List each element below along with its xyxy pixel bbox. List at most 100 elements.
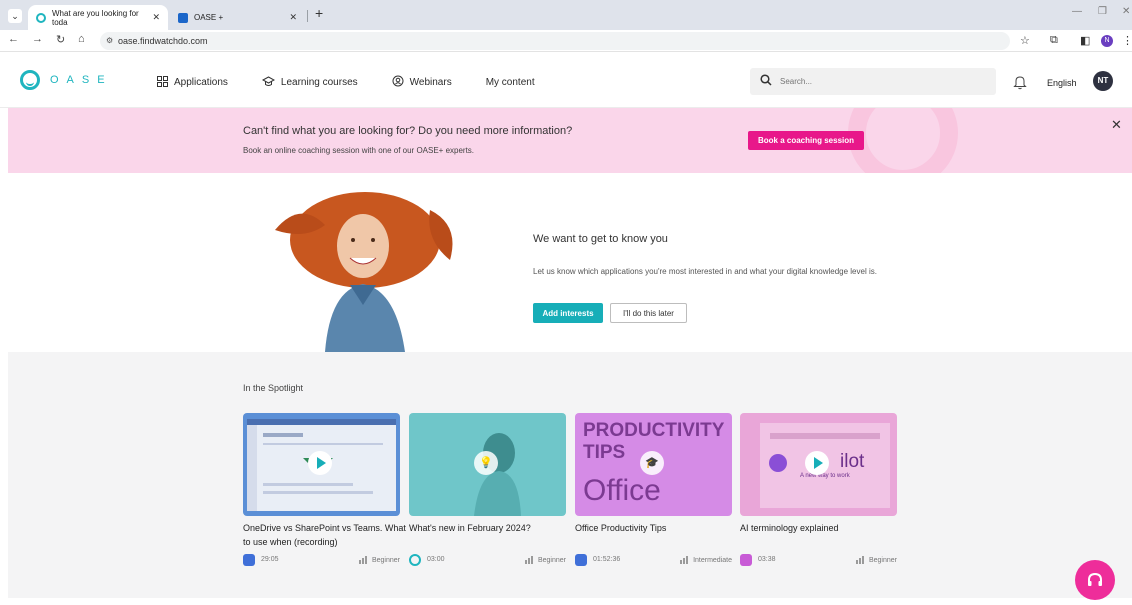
hero-description: Let us know which applications you're mo… (533, 267, 877, 276)
search-box (750, 68, 996, 95)
window-close-icon[interactable]: ✕ (1122, 6, 1130, 17)
url-field[interactable]: ⚙ oase.findwatchdo.com (100, 32, 1010, 50)
card-duration: 03:00 (427, 556, 445, 563)
app-icon (243, 554, 255, 566)
copilot-app-icon (740, 554, 752, 566)
level-bars-icon (524, 556, 534, 564)
close-tab-icon[interactable]: ✕ (152, 12, 160, 23)
browser-tab-inactive[interactable]: OASE + ✕ (170, 5, 305, 30)
nav-label: Webinars (409, 77, 452, 88)
thumb-text-tagline: A new way to work (800, 473, 850, 479)
play-icon[interactable] (805, 451, 829, 475)
tab-title: What are you looking for toda (52, 8, 139, 27)
extensions-icon[interactable]: ⧉ (1050, 34, 1058, 47)
banner-decoration (848, 108, 958, 173)
card-meta: 29:05 Beginner (243, 554, 400, 568)
add-interests-button[interactable]: Add interests (533, 303, 603, 323)
card-title[interactable]: Office Productivity Tips (575, 521, 740, 535)
nav-applications[interactable]: Applications (157, 75, 228, 90)
site-info-icon[interactable]: ⚙ (106, 32, 113, 50)
do-later-button[interactable]: I'll do this later (610, 303, 687, 323)
lightbulb-icon[interactable]: 💡 (474, 451, 498, 475)
side-panel-icon[interactable]: ◧ (1080, 34, 1090, 47)
grid-icon (157, 75, 168, 90)
card-title[interactable]: What's new in February 2024? (409, 521, 574, 535)
browser-menu-icon[interactable]: ⋮ (1122, 34, 1132, 47)
bookmark-star-icon[interactable]: ☆ (1020, 34, 1030, 47)
home-icon[interactable]: ⌂ (78, 33, 85, 45)
card-thumbnail[interactable]: 💡 (409, 413, 566, 516)
forward-icon[interactable]: → (32, 33, 43, 45)
hero-title: We want to get to know you (533, 233, 668, 245)
play-icon[interactable] (308, 451, 332, 475)
oase-app-icon (409, 554, 421, 566)
level-label: Beginner (868, 556, 897, 564)
notifications-bell-icon[interactable] (1013, 75, 1027, 93)
card-level: Beginner (524, 556, 566, 564)
tab-divider (307, 10, 308, 22)
reload-icon[interactable]: ↻ (56, 33, 65, 46)
nav-learning-courses[interactable]: Learning courses (261, 75, 358, 90)
browser-tab-active[interactable]: What are you looking for toda ✕ (28, 5, 168, 30)
card-thumbnail[interactable]: ilot A new way to work (740, 413, 897, 516)
close-tab-icon[interactable]: ✕ (289, 12, 297, 23)
level-bars-icon (358, 556, 368, 564)
spotlight-card[interactable]: PRODUCTIVITY TIPS Office 🎓 Office Produc… (575, 413, 732, 583)
card-level: Beginner (358, 556, 400, 564)
thumb-text-productivity: PRODUCTIVITY (583, 420, 725, 441)
graduation-cap-icon (261, 75, 275, 90)
tab-list-chevron-icon[interactable]: ⌄ (8, 9, 22, 23)
back-icon[interactable]: ← (8, 33, 19, 45)
search-input[interactable] (780, 77, 980, 86)
url-text: oase.findwatchdo.com (118, 36, 208, 46)
search-icon[interactable] (760, 74, 772, 89)
banner-close-icon[interactable]: ✕ (1111, 117, 1122, 133)
book-coaching-button[interactable]: Book a coaching session (748, 131, 864, 150)
spotlight-card[interactable]: OneDrive vs SharePoint vs Teams. What to… (243, 413, 406, 583)
nav-label: Learning courses (280, 77, 358, 88)
logo-text: OASE (50, 74, 113, 86)
level-bars-icon (680, 556, 689, 564)
level-label: Beginner (537, 556, 566, 564)
tab-title: OASE + (194, 13, 224, 22)
oase-logo-icon (20, 70, 40, 90)
oase-logo[interactable]: OASE (20, 70, 113, 90)
card-thumbnail[interactable]: PRODUCTIVITY TIPS Office 🎓 (575, 413, 732, 516)
nav-webinars[interactable]: Webinars (392, 75, 452, 90)
banner-title: Can't find what you are looking for? Do … (243, 125, 573, 137)
webinar-icon (392, 75, 404, 90)
card-title[interactable]: OneDrive vs SharePoint vs Teams. What to… (243, 521, 408, 549)
card-title[interactable]: AI terminology explained (740, 521, 905, 535)
browser-tabstrip: ⌄ What are you looking for toda ✕ OASE +… (0, 0, 1132, 30)
card-meta: 03:38 Beginner (740, 554, 897, 568)
card-duration: 29:05 (261, 556, 279, 563)
restore-icon[interactable]: ❐ (1098, 6, 1107, 17)
main-navigation: Applications Learning courses Webinars M… (157, 75, 569, 90)
nav-label: My content (485, 77, 535, 88)
graduation-cap-icon[interactable]: 🎓 (640, 451, 664, 475)
minimize-icon[interactable]: — (1072, 6, 1082, 17)
spotlight-section (8, 352, 1132, 598)
card-duration: 03:38 (758, 556, 776, 563)
nav-my-content[interactable]: My content (486, 75, 535, 90)
user-avatar[interactable]: NT (1093, 71, 1113, 91)
site-header: OASE Applications Learning courses Webin… (0, 53, 1132, 108)
spotlight-title: In the Spotlight (243, 383, 304, 393)
level-label: Intermediate (693, 556, 732, 564)
oase-favicon-icon (36, 12, 46, 23)
app-icon (575, 554, 587, 566)
card-duration: 01:52:36 (593, 556, 621, 563)
language-selector[interactable]: English (1047, 78, 1077, 88)
browser-profile-icon[interactable]: N (1101, 35, 1113, 47)
new-tab-icon[interactable]: + (315, 5, 323, 21)
spotlight-card[interactable]: ilot A new way to work AI terminology ex… (740, 413, 897, 583)
address-bar: ← → ↻ ⌂ ⚙ oase.findwatchdo.com ☆ ⧉ ◧ N ⋮ (0, 30, 1132, 52)
thumb-text-office: Office (583, 474, 661, 507)
thumb-text-copilot: ilot (840, 451, 865, 472)
card-level: Beginner (855, 556, 897, 564)
card-level: Intermediate (680, 556, 732, 564)
spotlight-card[interactable]: 💡 What's new in February 2024? 03:00 Beg… (409, 413, 566, 583)
coaching-banner: Can't find what you are looking for? Do … (8, 108, 1132, 173)
support-headset-button[interactable] (1075, 560, 1115, 600)
card-thumbnail[interactable] (243, 413, 400, 516)
